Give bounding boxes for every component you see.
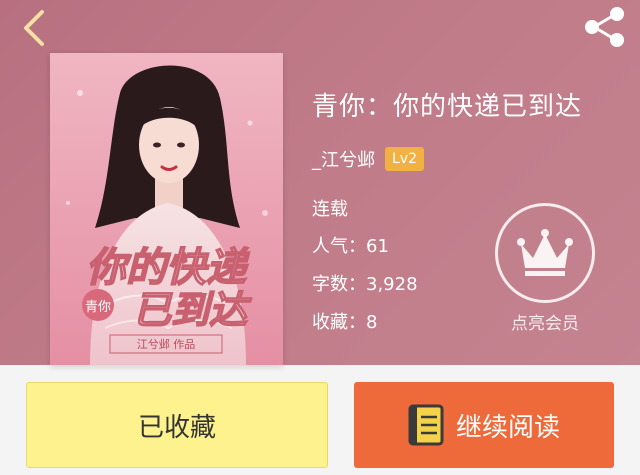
cover-illustration: 你的快递 已到达 青你 江兮邺 作品: [50, 53, 283, 365]
continue-reading-button[interactable]: 继续阅读: [354, 382, 614, 468]
popularity-stat: 人气：61: [312, 236, 389, 257]
cover-title-line2: 已到达: [133, 287, 252, 332]
vip-circle: [495, 203, 595, 303]
level-badge: Lv2: [385, 147, 424, 171]
chevron-left-icon: [24, 10, 44, 46]
author-name[interactable]: _江兮邺: [312, 146, 375, 172]
favorites-stat: 收藏：8: [312, 312, 378, 333]
back-button[interactable]: [14, 6, 54, 50]
share-icon: [585, 7, 624, 47]
word-count-stat: 字数：3,928: [312, 274, 418, 295]
continue-reading-label: 继续阅读: [455, 412, 560, 443]
share-button[interactable]: [580, 4, 630, 50]
cover-title-line1: 你的快递: [86, 244, 250, 291]
book-icon: [408, 404, 444, 446]
cover-tag: 青你: [85, 300, 111, 315]
author-row: _江兮邺 Lv2: [312, 145, 424, 173]
book-status: 连载: [312, 199, 348, 220]
vip-label: 点亮会员: [511, 314, 579, 334]
book-title: 青你：你的快递已到达: [312, 92, 583, 122]
favorite-button[interactable]: 已收藏: [26, 382, 328, 468]
book-header: 你的快递 已到达 青你 江兮邺 作品 青你：你的快递已到达 _江兮邺 Lv2 连…: [0, 0, 640, 365]
cover-author: 江兮邺 作品: [137, 337, 196, 351]
favorite-button-label: 已收藏: [137, 412, 216, 443]
crown-icon: [517, 229, 573, 276]
book-cover[interactable]: 你的快递 已到达 青你 江兮邺 作品: [50, 53, 283, 365]
vip-button[interactable]: 点亮会员: [492, 203, 598, 334]
